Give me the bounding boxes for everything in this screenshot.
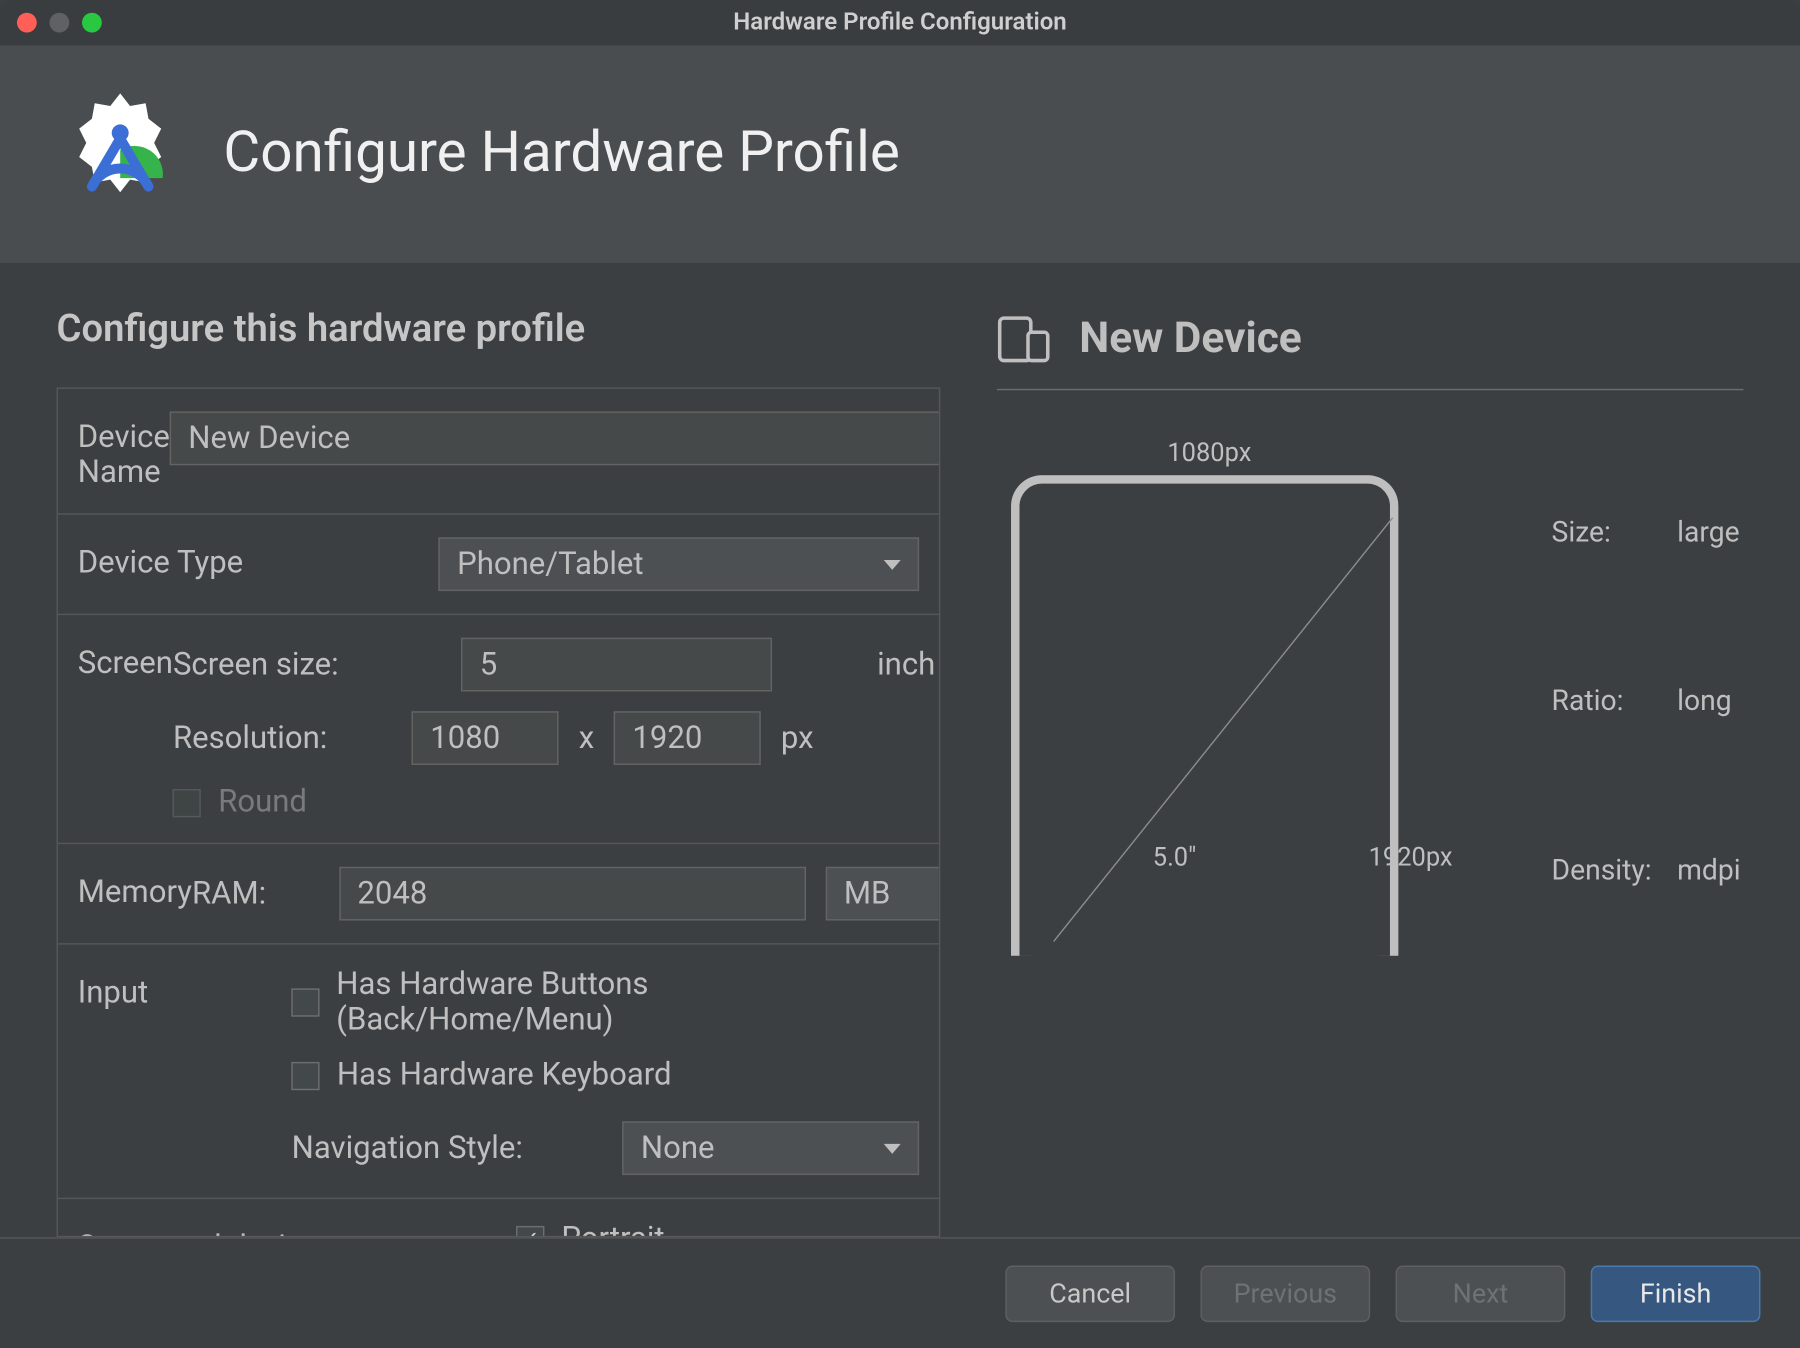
- nav-style-value: None: [641, 1130, 715, 1165]
- device-type-label: Device Type: [78, 537, 439, 581]
- devices-icon: [997, 315, 1054, 363]
- spec-density-label: Density:: [1552, 787, 1675, 953]
- android-studio-icon: [57, 88, 184, 215]
- finish-button[interactable]: Finish: [1591, 1265, 1761, 1322]
- window-zoom-button[interactable]: [82, 13, 102, 33]
- screen-size-input[interactable]: [461, 638, 772, 692]
- screen-size-unit: inch: [877, 647, 935, 682]
- screen-size-label: Screen size:: [173, 647, 442, 682]
- previous-button: Previous: [1200, 1265, 1370, 1322]
- ram-unit-value: MB: [844, 876, 891, 911]
- spec-size-label: Size:: [1552, 450, 1675, 616]
- supported-states-label: Supported device states: [78, 1222, 516, 1238]
- nav-style-label: Navigation Style:: [292, 1130, 603, 1165]
- resolution-width-input[interactable]: [412, 711, 559, 765]
- dialog-title: Configure Hardware Profile: [223, 118, 899, 184]
- round-label: Round: [218, 785, 307, 820]
- hardware-keyboard-checkbox[interactable]: [292, 1061, 320, 1089]
- resolution-height-input[interactable]: [614, 711, 761, 765]
- diagram-height-label: 1920px: [1369, 843, 1453, 873]
- resolution-separator: x: [579, 720, 594, 755]
- portrait-label: Portrait: [561, 1222, 664, 1238]
- round-checkbox: [173, 788, 201, 816]
- form-panel: Device Name Device Type Phone/Tablet: [57, 387, 941, 1237]
- portrait-checkbox[interactable]: [516, 1225, 544, 1237]
- preview-device-name: New Device: [1079, 314, 1301, 363]
- screen-label: Screen: [78, 638, 173, 682]
- resolution-label: Resolution:: [173, 720, 392, 755]
- device-name-input[interactable]: [170, 411, 941, 465]
- device-diagram: 1080px 5.0" 1920px: [997, 447, 1464, 956]
- spec-size-value: large: [1677, 450, 1741, 616]
- spec-ratio-label: Ratio:: [1552, 618, 1675, 784]
- cancel-button[interactable]: Cancel: [1005, 1265, 1175, 1322]
- nav-style-select[interactable]: None: [623, 1121, 920, 1175]
- ram-label: RAM:: [192, 876, 319, 911]
- window-minimize-button[interactable]: [49, 13, 69, 33]
- memory-label: Memory: [78, 867, 192, 911]
- hardware-buttons-checkbox[interactable]: [292, 988, 320, 1016]
- input-label: Input: [78, 967, 292, 1011]
- window-close-button[interactable]: [17, 13, 37, 33]
- device-name-label: Device Name: [78, 411, 170, 490]
- chevron-down-icon: [884, 559, 901, 569]
- spec-density-value: mdpi: [1677, 787, 1741, 953]
- dialog-footer: Cancel Previous Next Finish: [0, 1237, 1800, 1347]
- spec-ratio-value: long: [1677, 618, 1741, 784]
- resolution-unit: px: [781, 720, 814, 755]
- diagram-diagonal-label: 5.0": [1153, 843, 1196, 873]
- hardware-keyboard-label: Has Hardware Keyboard: [337, 1058, 672, 1093]
- hardware-buttons-label: Has Hardware Buttons (Back/Home/Menu): [336, 967, 919, 1038]
- window-title: Hardware Profile Configuration: [0, 8, 1800, 36]
- ram-unit-select[interactable]: MB: [825, 867, 940, 921]
- titlebar: Hardware Profile Configuration: [0, 0, 1800, 45]
- section-subtitle: Configure this hardware profile: [57, 305, 941, 350]
- chevron-down-icon: [884, 1143, 901, 1153]
- device-type-select[interactable]: Phone/Tablet: [439, 537, 920, 591]
- dialog-header: Configure Hardware Profile: [0, 45, 1800, 263]
- diagram-width-label: 1080px: [997, 438, 1421, 468]
- device-type-value: Phone/Tablet: [457, 547, 643, 582]
- ram-input[interactable]: [339, 867, 806, 921]
- next-button: Next: [1396, 1265, 1566, 1322]
- preview-specs: Size:large Ratio:long Density:mdpi: [1549, 447, 1744, 956]
